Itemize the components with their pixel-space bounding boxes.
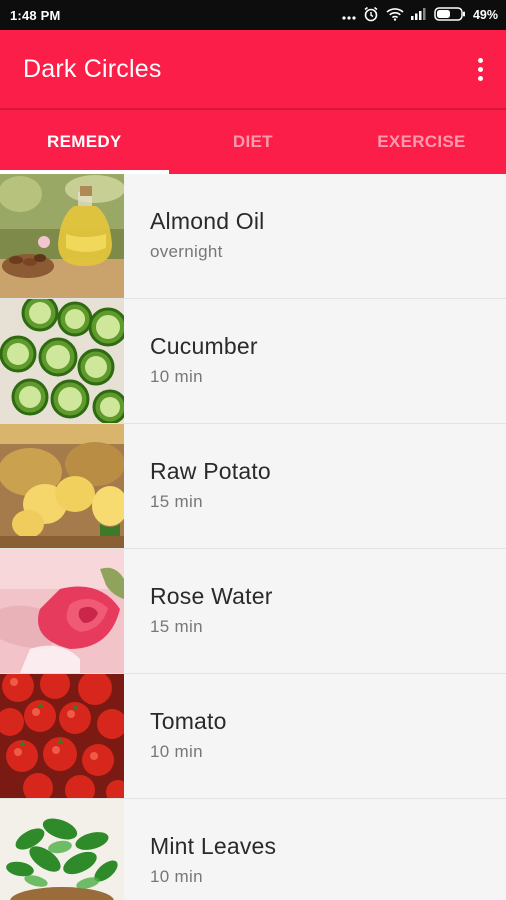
rose-photo [0,549,124,673]
cucumber-photo [0,299,124,423]
list-item[interactable]: Rose Water 15 min [0,549,506,674]
wifi-icon [386,7,404,24]
remedy-duration: 15 min [150,492,203,511]
remedy-name: Tomato [150,708,227,734]
remedy-duration: 10 min [150,867,203,886]
tab-bar: REMEDY DIET EXERCISE [0,110,506,174]
remedy-name: Rose Water [150,583,273,609]
status-icons: 49% [342,6,498,24]
remedy-name: Mint Leaves [150,833,277,859]
battery-percent: 49% [472,8,498,22]
remedy-name: Cucumber [150,333,258,359]
remedy-duration: 10 min [150,742,203,761]
signal-icon [410,7,427,23]
list-item[interactable]: Tomato 10 min [0,674,506,799]
battery-icon [434,6,466,24]
more-dots-icon [342,8,356,23]
tab-remedy[interactable]: REMEDY [0,110,169,174]
tab-diet[interactable]: DIET [169,110,338,174]
mint-photo [0,799,124,900]
overflow-menu-icon[interactable] [468,52,492,86]
list-item[interactable]: Raw Potato 15 min [0,424,506,549]
tab-exercise[interactable]: EXERCISE [337,110,506,174]
remedy-list: Almond Oil overnight Cucumber 10 min Raw… [0,174,506,900]
list-item[interactable]: Cucumber 10 min [0,299,506,424]
potato-photo [0,424,124,548]
status-bar: 1:48 PM 49% [0,0,506,30]
tomato-photo [0,674,124,798]
alarm-icon [363,6,379,25]
remedy-name: Raw Potato [150,458,271,484]
list-item[interactable]: Mint Leaves 10 min [0,799,506,900]
list-item[interactable]: Almond Oil overnight [0,174,506,299]
status-time: 1:48 PM [10,8,61,23]
remedy-name: Almond Oil [150,208,265,234]
app-bar: Dark Circles [0,30,506,108]
almond-oil-photo [0,174,124,298]
remedy-duration: 15 min [150,617,203,636]
remedy-duration: overnight [150,242,223,261]
remedy-duration: 10 min [150,367,203,386]
page-title: Dark Circles [23,55,162,83]
